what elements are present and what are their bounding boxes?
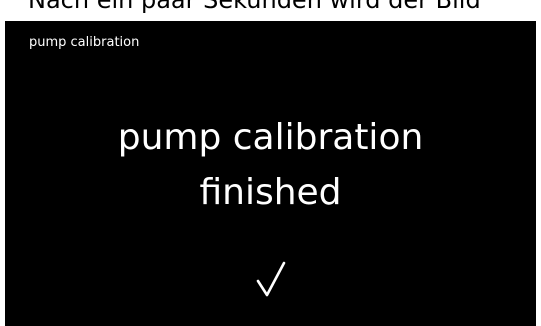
checkmark-icon — [255, 259, 287, 299]
status-message-line-2: finished — [199, 172, 342, 213]
document-caption: Nach ein paar Sekunden wird der Bild — [28, 0, 481, 14]
status-message-line-1: pump calibration — [117, 117, 424, 158]
page: Nach ein paar Sekunden wird der Bild pum… — [0, 0, 541, 326]
screen-title: pump calibration — [29, 35, 140, 50]
device-screen: pump calibration pump calibration finish… — [5, 21, 536, 326]
